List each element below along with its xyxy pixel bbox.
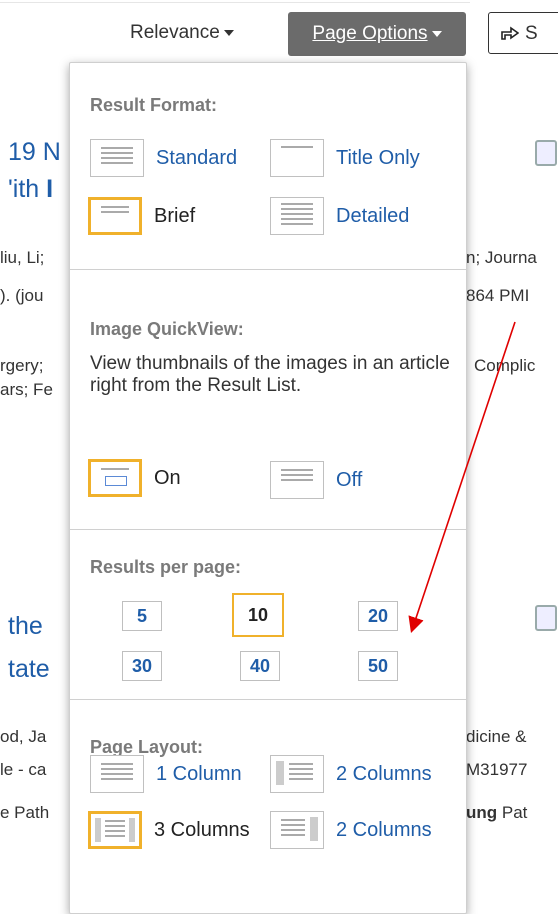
quickview-on-icon [88,459,142,497]
result-1-authors: liu, Li; [0,248,45,267]
result-1-subjects: Complic [474,356,536,375]
result-2-title-part[interactable]: tate [8,655,50,684]
layout-2-columns-option[interactable]: 2 Columns [270,755,432,793]
quickview-on-option[interactable]: On [88,459,181,497]
quickview-off-icon [270,461,324,499]
image-quickview-title: Image QuickView: [90,319,244,339]
quickview-off-option[interactable]: Off [270,461,362,499]
result-2-authors: od, Ja [0,727,47,746]
page-options-button[interactable]: Page Options [288,12,466,56]
layout-3-columns-option[interactable]: 3 Columns [88,811,250,849]
format-detailed-label: Detailed [336,204,410,227]
two-columns-right-icon [270,811,324,849]
image-preview-icon[interactable] [535,605,557,631]
page-options-label: Page Options [312,23,428,44]
result-2-subjects: e Path [0,803,50,822]
image-preview-icon[interactable] [535,140,557,166]
layout-1-column-label: 1 Column [156,762,242,785]
divider [70,699,466,700]
results-toolbar: Relevance Page Options S [0,0,558,66]
quickview-on-label: On [154,466,181,489]
result-1-meta: 864 PMI [466,286,530,305]
format-brief-option[interactable]: Brief [88,197,195,235]
format-title-only-option[interactable]: Title Only [270,139,420,177]
results-per-page-title: Results per page: [90,557,242,577]
result-1-title-part[interactable]: 19 N [8,138,61,167]
result-1-source: n; Journa [466,248,537,267]
result-2-title-part[interactable]: the [8,612,43,641]
layout-3-columns-label: 3 Columns [154,818,250,841]
result-1-meta: ). (jou [0,286,44,305]
quickview-off-label: Off [336,468,363,491]
title-only-format-icon [270,139,324,177]
share-label: S [525,23,538,44]
sort-label: Relevance [130,22,220,43]
caret-down-icon [223,29,234,36]
results-per-page-50[interactable]: 50 [358,651,398,681]
result-2-source: dicine & [466,727,527,746]
layout-1-column-option[interactable]: 1 Column [90,755,242,793]
results-per-page-10[interactable]: 10 [232,593,284,637]
layout-2-columns-right-label: 2 Columns [336,818,432,841]
divider [0,2,470,3]
page-options-panel: Result Format: Standard Title Only Brief… [69,62,467,914]
divider [70,529,466,530]
three-columns-icon [88,811,142,849]
divider [70,269,466,270]
result-1-title-part[interactable]: 'ith I [8,175,53,204]
caret-down-icon [431,30,442,37]
results-per-page-40[interactable]: 40 [240,651,280,681]
result-1-subjects: ars; Fe [0,380,53,399]
thumbnail-icon [105,476,127,486]
results-per-page-30[interactable]: 30 [122,651,162,681]
standard-format-icon [90,139,144,177]
results-per-page-20[interactable]: 20 [358,601,398,631]
result-format-title: Result Format: [90,95,218,115]
layout-2-columns-right-option[interactable]: 2 Columns [270,811,432,849]
two-columns-left-icon [270,755,324,793]
result-1-subjects: rgery; [0,356,44,375]
one-column-icon [90,755,144,793]
result-2-subjects: ung Pat [466,803,528,822]
format-standard-option[interactable]: Standard [90,139,237,177]
format-title-only-label: Title Only [336,146,420,169]
brief-format-icon [88,197,142,235]
format-detailed-option[interactable]: Detailed [270,197,409,235]
result-2-meta: M31977 [466,760,528,779]
detailed-format-icon [270,197,324,235]
sort-relevance-dropdown[interactable]: Relevance [130,22,234,44]
share-icon [501,14,520,40]
share-button[interactable]: S [488,12,558,54]
image-quickview-description: View thumbnails of the images in an arti… [90,353,450,396]
format-standard-label: Standard [156,146,238,169]
results-per-page-5[interactable]: 5 [122,601,162,631]
layout-2-columns-label: 2 Columns [336,762,432,785]
result-2-meta: le - ca [0,760,47,779]
format-brief-label: Brief [154,204,196,227]
